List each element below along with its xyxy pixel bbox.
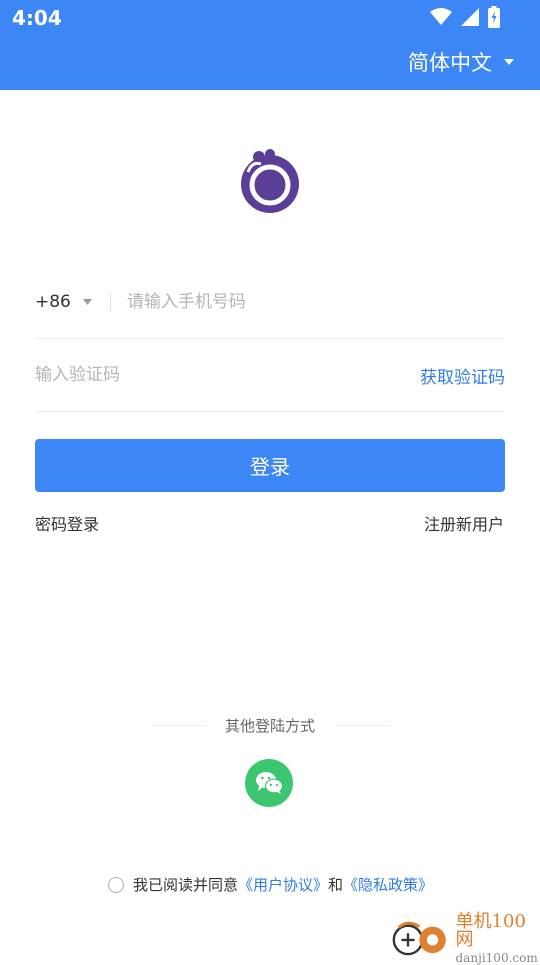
get-code-button[interactable]: 获取验证码 xyxy=(420,363,505,388)
privacy-policy-link[interactable]: 《隐私政策》 xyxy=(343,874,433,895)
phone-input[interactable] xyxy=(126,292,427,312)
caret-down-icon xyxy=(82,299,92,305)
wifi-icon xyxy=(430,8,452,25)
wechat-icon xyxy=(256,772,283,794)
country-code-selector[interactable]: +86 xyxy=(35,292,92,312)
verification-code-row: 获取验证码 xyxy=(35,339,505,412)
caret-down-icon xyxy=(504,59,514,65)
country-code: +86 xyxy=(35,292,71,312)
login-button[interactable]: 登录 xyxy=(35,439,505,492)
language-selector[interactable]: 简体中文 xyxy=(408,47,514,77)
watermark-text-cn: 单机100网 xyxy=(455,910,526,950)
other-login-title: 其他登陆方式 xyxy=(224,717,315,735)
language-label: 简体中文 xyxy=(408,51,492,75)
app-logo xyxy=(241,149,299,213)
watermark-logo-icon xyxy=(392,921,446,956)
watermark-text-en: danji100.com xyxy=(455,950,538,965)
verification-code-input[interactable] xyxy=(35,365,315,385)
battery-charging-icon xyxy=(488,6,500,28)
wechat-login-button[interactable] xyxy=(245,759,293,807)
watermark: 单机100网 danji100.com xyxy=(391,910,539,964)
phone-row: +86 xyxy=(35,266,505,339)
agreement-checkbox[interactable] xyxy=(108,876,124,893)
agreement-prefix: 我已阅读并同意 xyxy=(133,876,239,894)
register-link[interactable]: 注册新用户 xyxy=(424,511,504,535)
agreement-row: 我已阅读并同意 《用户协议》 和 《隐私政策》 xyxy=(108,874,433,895)
agreement-and: 和 xyxy=(328,876,344,894)
divider xyxy=(109,293,111,311)
password-login-link[interactable]: 密码登录 xyxy=(35,511,99,535)
signal-icon xyxy=(461,8,479,26)
status-time: 4:04 xyxy=(12,6,62,30)
user-agreement-link[interactable]: 《用户协议》 xyxy=(238,874,328,895)
status-icons xyxy=(430,5,500,29)
